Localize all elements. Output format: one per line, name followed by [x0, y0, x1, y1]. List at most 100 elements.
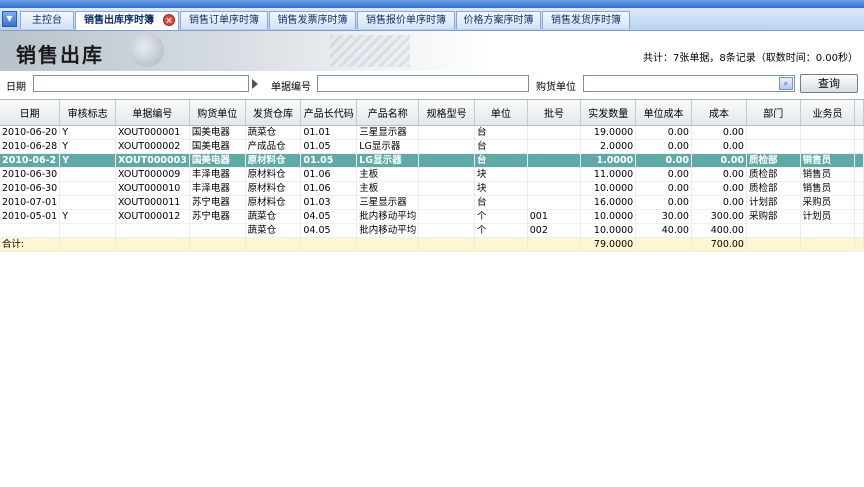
table-cell [527, 181, 582, 196]
table-cell: 苏宁电器 [189, 209, 246, 224]
table-cell: LG显示器 [356, 153, 420, 168]
table-cell [854, 181, 864, 196]
buyer-input[interactable]: ⌕ [583, 75, 795, 92]
table-cell: 三星显示器 [356, 195, 420, 210]
table-cell [854, 153, 864, 168]
table-cell: XOUT000003 [115, 153, 190, 168]
column-header[interactable]: 成本 [691, 100, 747, 126]
outbound-grid[interactable]: 日期 审核标志 单据编号 购货单位 发货仓库 产品长代码 产品名称 规格型号 单… [0, 99, 864, 487]
table-cell [527, 139, 582, 154]
table-cell: 销售员 [800, 167, 856, 182]
tab-bar: ▼ 主控台 销售出库序时簿 × 销售订单序时簿 销售发票序时簿 销售报价单序时簿… [0, 8, 864, 31]
column-header[interactable]: 发货仓库 [245, 100, 302, 126]
table-cell [746, 223, 801, 238]
table-row[interactable]: 2010-07-01 XOUT000011 苏宁电器 原材料仓 01.03 三星显示器 台 1… [0, 195, 864, 210]
table-cell: 采购部 [746, 209, 801, 224]
column-header[interactable]: 日期 [0, 100, 61, 126]
table-cell: 台 [474, 139, 528, 154]
table-cell: 国美电器 [189, 153, 246, 168]
tab-main-console[interactable]: 主控台 [20, 11, 74, 29]
table-cell: 0.00 [691, 195, 747, 210]
column-header[interactable]: 实发数量 [580, 100, 637, 126]
column-header[interactable]: 购货单位 [189, 100, 246, 126]
table-row[interactable]: 蔬菜仓 04.05 批内移动平均 个 002 10.0000 40.00 400.00 [0, 223, 864, 238]
close-icon[interactable]: × [163, 14, 175, 26]
table-cell: 国美电器 [189, 139, 246, 154]
table-row[interactable]: 2010-06-2 Y XOUT000003 国美电器 原材料仓 01.05 LG显示器 台 1… [0, 153, 864, 168]
total-cell [300, 237, 358, 252]
column-header[interactable]: 单据编号 [115, 100, 190, 126]
table-cell: 丰泽电器 [189, 181, 246, 196]
date-input[interactable] [33, 75, 249, 92]
column-header[interactable]: 业务员 [800, 100, 856, 126]
table-cell: 批内移动平均 [356, 223, 420, 238]
column-header[interactable]: 规格型号 [418, 100, 475, 126]
tab-list-dropdown-icon[interactable]: ▼ [2, 11, 17, 27]
table-cell: 16.0000 [580, 195, 637, 210]
tab-sales-invoice[interactable]: 销售发票序时簿 [269, 11, 356, 29]
total-cell [59, 237, 116, 252]
table-cell: 主板 [356, 181, 420, 196]
column-header[interactable] [854, 100, 864, 126]
table-cell: 0.00 [635, 153, 692, 168]
query-button[interactable]: 查询 [800, 74, 858, 93]
table-cell: 0.00 [635, 125, 692, 140]
table-cell: 10.0000 [580, 223, 637, 238]
column-header[interactable]: 单位 [474, 100, 528, 126]
table-cell [418, 195, 475, 210]
table-cell [800, 223, 856, 238]
table-cell: 2010-06-30 [0, 167, 61, 182]
banner-pattern [330, 35, 410, 67]
outbound-table: 日期 审核标志 单据编号 购货单位 发货仓库 产品长代码 产品名称 规格型号 单… [0, 100, 864, 252]
table-cell [854, 125, 864, 140]
table-row[interactable]: 2010-05-01 Y XOUT000012 苏宁电器 蔬菜仓 04.05 批内移动平均 个… [0, 209, 864, 224]
tab-sales-order[interactable]: 销售订单序时簿 [180, 11, 268, 29]
table-cell: XOUT000002 [115, 139, 190, 154]
table-cell [854, 139, 864, 154]
table-cell: 国美电器 [189, 125, 246, 140]
total-cell: 合计: [0, 237, 61, 252]
doc-no-input[interactable] [317, 75, 529, 92]
column-header[interactable]: 产品长代码 [300, 100, 358, 126]
table-cell: 2010-05-01 [0, 209, 61, 224]
table-cell: XOUT000009 [115, 167, 190, 182]
tab-price-plan[interactable]: 价格方案序时簿 [456, 11, 541, 29]
tab-sales-quote[interactable]: 销售报价单序时簿 [357, 11, 455, 29]
table-cell: 40.00 [635, 223, 692, 238]
table-cell: 计划员 [800, 209, 856, 224]
table-cell: 原材料仓 [245, 167, 302, 182]
column-header[interactable]: 产品名称 [356, 100, 420, 126]
table-cell [0, 223, 61, 238]
table-cell: 001 [527, 209, 582, 224]
table-cell: 01.03 [300, 195, 358, 210]
table-cell [418, 153, 475, 168]
lookup-icon[interactable]: ⌕ [779, 77, 793, 90]
table-row[interactable]: 2010-06-30 XOUT000010 丰泽电器 原材料仓 01.06 主板 块 10.0… [0, 181, 864, 196]
tab-sales-delivery[interactable]: 销售发货序时簿 [542, 11, 630, 29]
table-row[interactable]: 2010-06-28 Y XOUT000002 国美电器 产成品仓 01.05 LG显示器 台… [0, 139, 864, 154]
table-cell [527, 125, 582, 140]
column-header[interactable]: 审核标志 [59, 100, 116, 126]
header-banner: 销售出库 [0, 31, 490, 71]
total-row: 合计: 79.0000 700.00 [0, 237, 864, 252]
column-header[interactable]: 批号 [527, 100, 582, 126]
table-row[interactable]: 2010-06-30 XOUT000009 丰泽电器 原材料仓 01.06 主板 块 11.0… [0, 167, 864, 182]
date-range-arrow-icon[interactable] [252, 79, 258, 89]
column-header[interactable]: 部门 [746, 100, 801, 126]
table-cell: 质检部 [746, 181, 801, 196]
total-cell [854, 237, 864, 252]
window-top-strip [0, 0, 864, 8]
column-header[interactable]: 单位成本 [635, 100, 692, 126]
table-cell: 原材料仓 [245, 195, 302, 210]
table-cell: 10.0000 [580, 181, 637, 196]
table-row[interactable]: 2010-06-20 Y XOUT000001 国美电器 蔬菜仓 01.01 三星显示器 台 1… [0, 125, 864, 140]
table-cell [418, 181, 475, 196]
total-cell: 700.00 [691, 237, 747, 252]
doc-no-label: 单据编号 [271, 82, 311, 93]
tab-sales-outbound[interactable]: 销售出库序时簿 × [75, 11, 179, 30]
table-cell [854, 195, 864, 210]
table-cell: 01.05 [300, 153, 358, 168]
table-cell: 01.01 [300, 125, 358, 140]
table-cell: 04.05 [300, 223, 358, 238]
table-cell: 0.00 [691, 181, 747, 196]
